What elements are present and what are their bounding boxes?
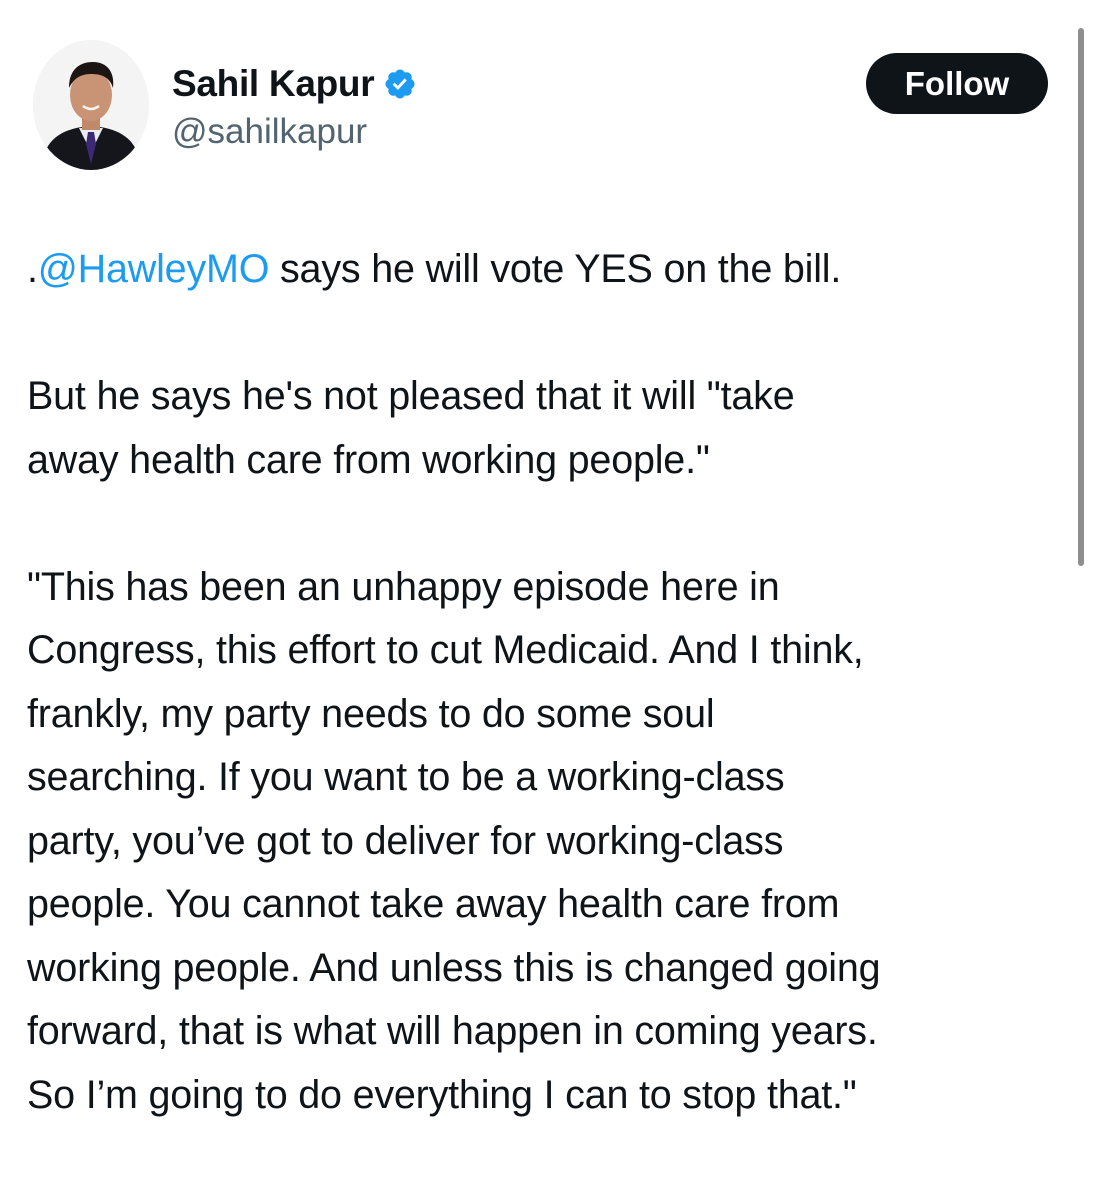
tweet-line: working people. And unless this is chang… — [27, 945, 881, 990]
author-name-row: Sahil Kapur — [172, 60, 417, 108]
mention-link[interactable]: @HawleyMO — [38, 247, 270, 291]
tweet-line: searching. If you want to be a working-c… — [27, 755, 785, 799]
tweet-line: frankly, my party needs to do some soul — [27, 691, 715, 736]
tweet-text-segment: says he will vote YES on the bill. — [269, 247, 842, 291]
tweet-text: .@HawleyMO says he will vote YES on the … — [27, 238, 1067, 1127]
tweet-line: So I’m going to do everything I can to s… — [27, 1072, 857, 1117]
tweet-line: away health care from working people." — [27, 437, 710, 482]
avatar[interactable] — [33, 40, 149, 170]
tweet-line: party, you’ve got to deliver for working… — [27, 818, 784, 863]
tweet-line: people. You cannot take away health care… — [27, 882, 840, 926]
tweet-line: "This has been an unhappy episode here i… — [27, 564, 780, 609]
profile-photo-avatar-icon — [33, 40, 149, 170]
tweet-text-prefix: . — [27, 247, 38, 291]
follow-button[interactable]: Follow — [866, 53, 1048, 114]
tweet-line: Congress, this effort to cut Medicaid. A… — [27, 628, 864, 672]
author-display-name[interactable]: Sahil Kapur — [172, 63, 375, 105]
tweet-card: Sahil Kapur @sahilkapur Follow .@HawleyM… — [0, 0, 1095, 1200]
tweet-line: forward, that is what will happen in com… — [27, 1009, 878, 1053]
verified-badge-icon[interactable] — [383, 67, 417, 101]
author-handle[interactable]: @sahilkapur — [172, 112, 367, 152]
tweet-line: But he says he's not pleased that it wil… — [27, 374, 795, 418]
scrollbar[interactable] — [1078, 28, 1084, 566]
tweet-line: .@HawleyMO says he will vote YES on the … — [27, 238, 1067, 302]
